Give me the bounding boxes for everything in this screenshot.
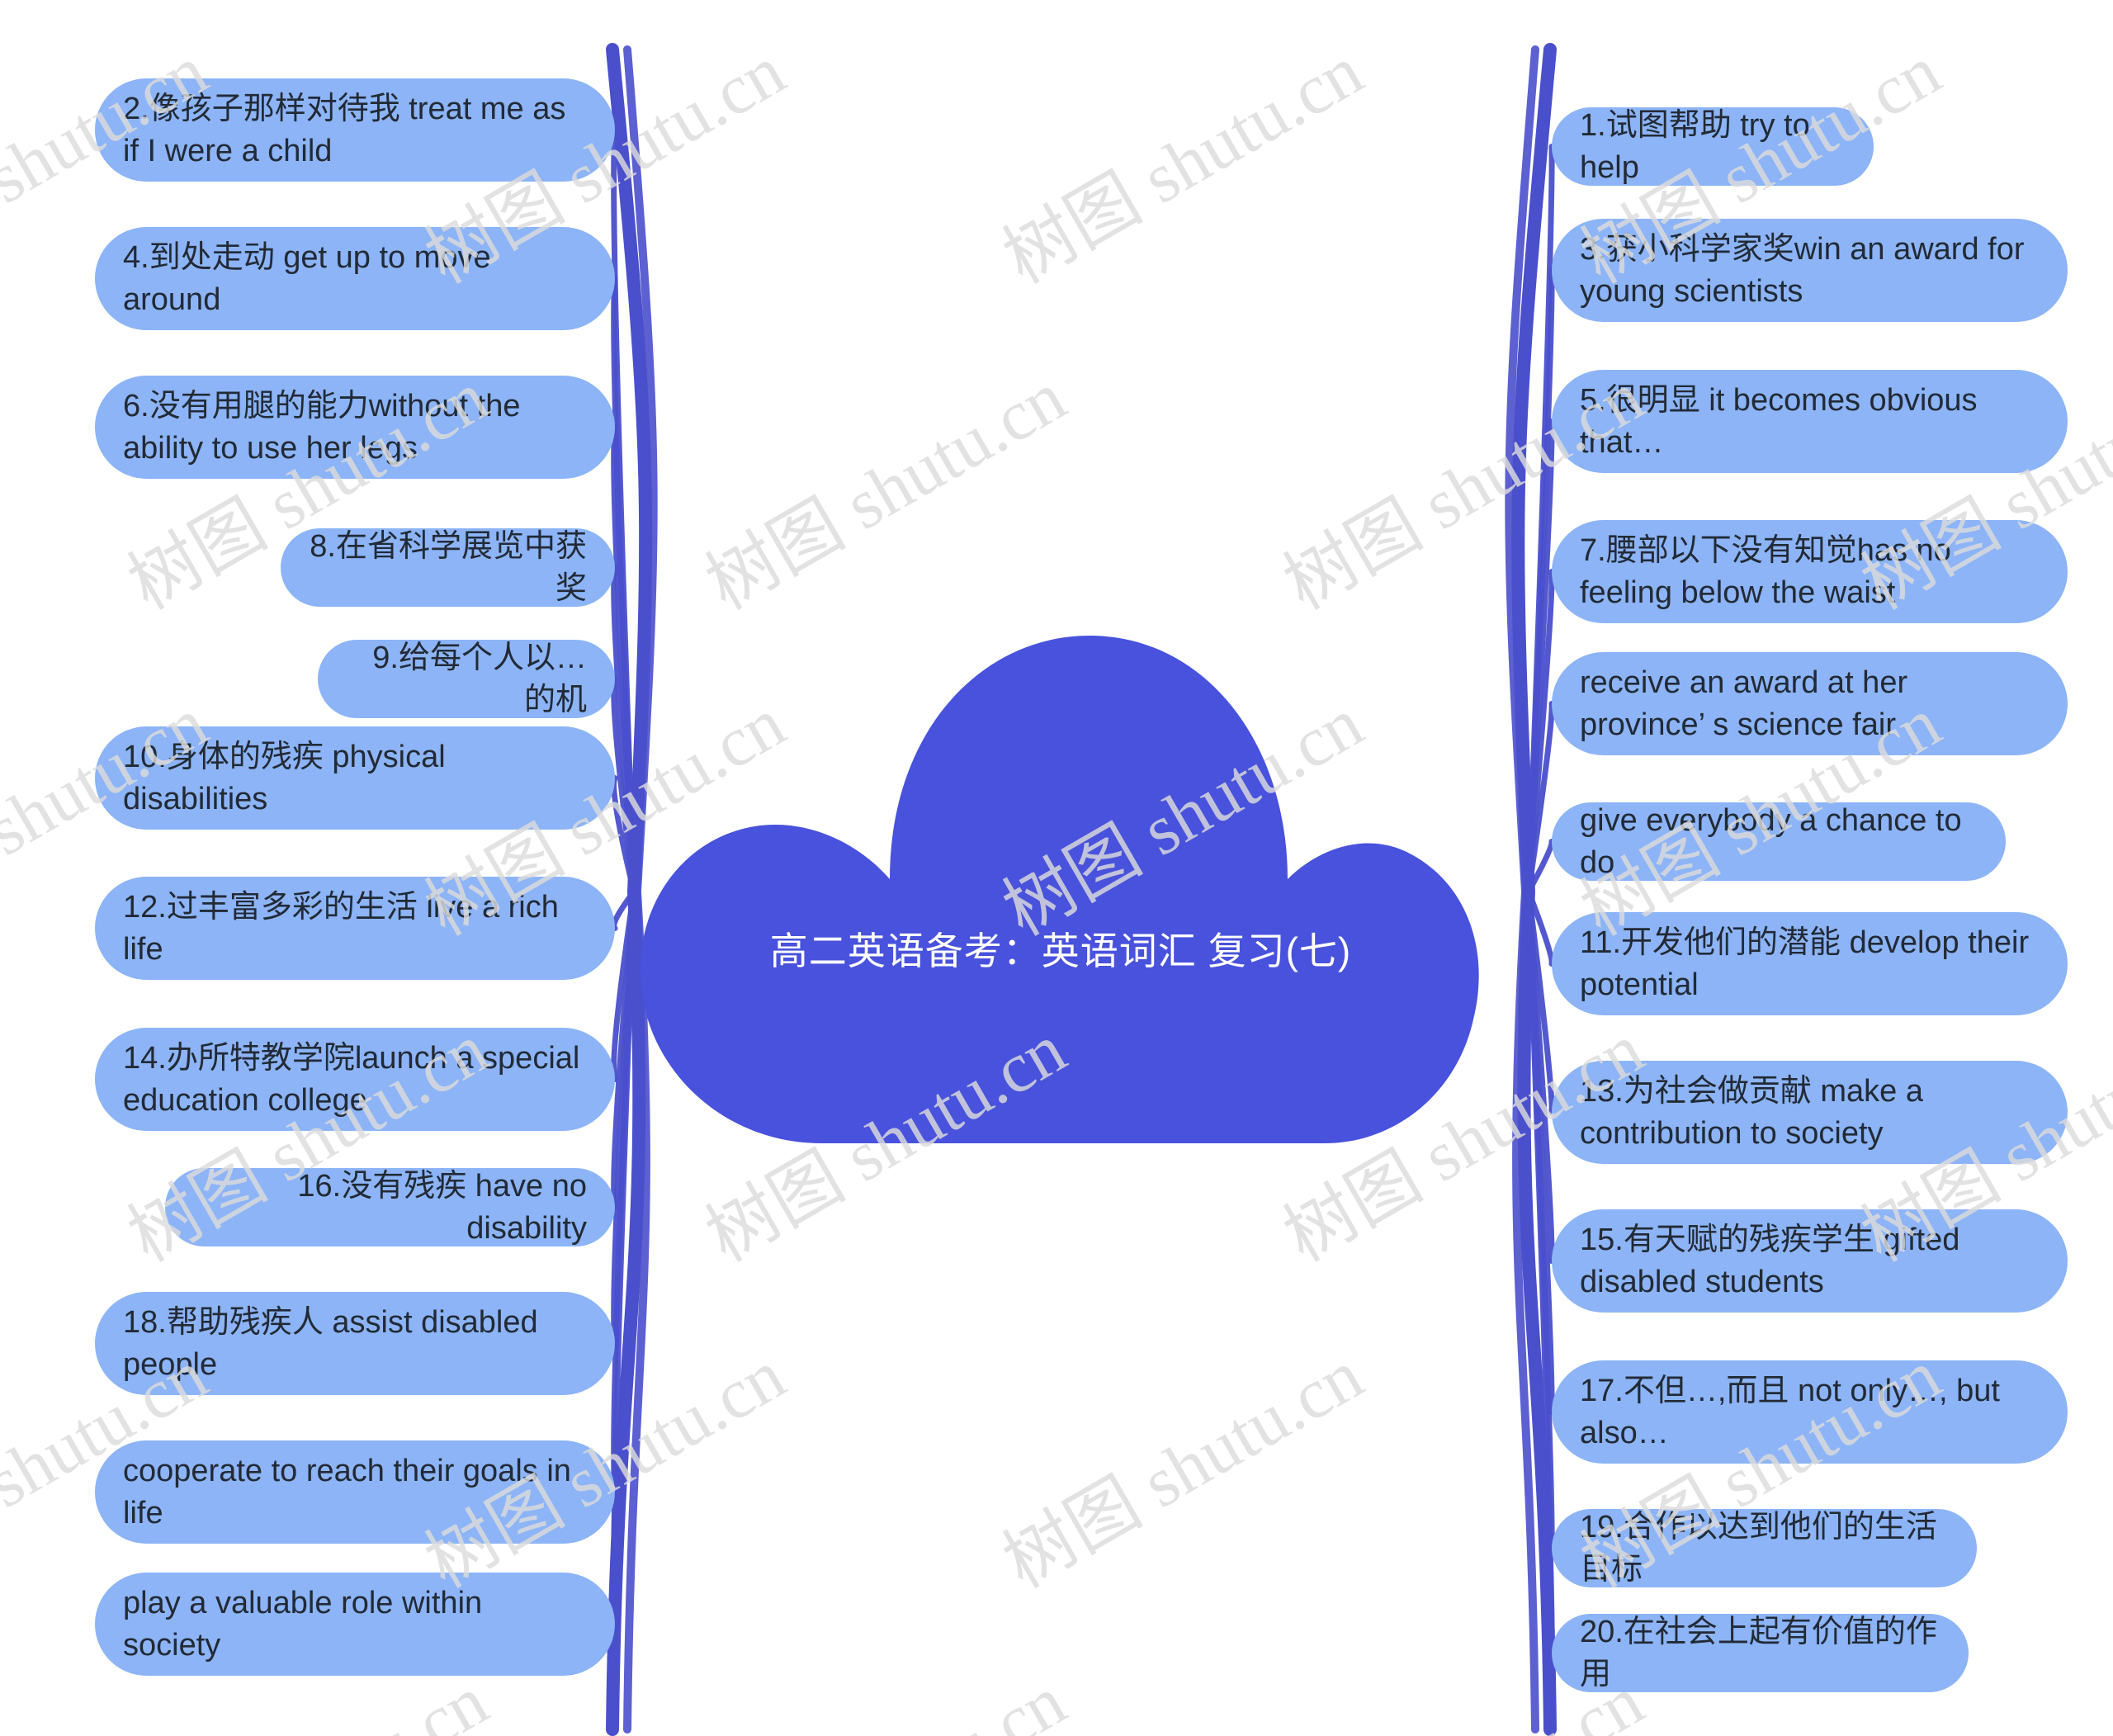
branch-node-right-9[interactable]: 15.有天赋的残疾学生 gifted disabled students [1552,1209,2068,1313]
central-topic-title-line1: 高二英语备考：英语词汇 [769,929,1197,972]
branch-node-left-11[interactable]: cooperate to reach their goals in life [95,1440,615,1544]
branch-node-label: 5.很明显 it becomes obvious that… [1580,382,1978,460]
branch-node-left-9[interactable]: 16.没有残疾 have no disability [165,1168,615,1246]
branch-node-label: 6.没有用腿的能力without the ability to use her … [123,388,521,466]
branch-node-right-10[interactable]: 17.不但…,而且 not only…, but also… [1552,1360,2068,1464]
branch-node-right-4[interactable]: 7.腰部以下没有知觉has no feeling below the waist [1552,520,2068,623]
central-topic-cloud[interactable]: 高二英语备考：英语词汇 复习(七) [627,607,1494,1176]
branch-node-label: play a valuable role within society [123,1585,483,1663]
branch-node-label: 14.办所特教学院launch a special education coll… [123,1040,580,1118]
branch-node-left-12[interactable]: play a valuable role within society [95,1573,615,1676]
branch-node-right-8[interactable]: 13.为社会做贡献 make a contribution to society [1552,1061,2068,1164]
branch-node-left-7[interactable]: 12.过丰富多彩的生活 live a rich life [95,877,615,980]
branch-node-right-12[interactable]: 20.在社会上起有价值的作用 [1552,1614,1969,1692]
central-topic-title: 高二英语备考：英语词汇 复习(七) [627,925,1494,978]
branch-node-label: 19.合作以达到他们的生活目标 [1580,1509,1937,1587]
branch-node-label: 20.在社会上起有价值的作用 [1580,1614,1937,1691]
central-topic-title-line2: 复习(七) [1208,929,1352,972]
branch-node-label: 9.给每个人以…的机 [372,640,587,717]
branch-node-label: 13.为社会做贡献 make a contribution to society [1580,1073,1923,1151]
branch-node-right-5[interactable]: receive an award at her province’ s scie… [1552,652,2068,755]
branch-node-right-6[interactable]: give everybody a chance to do [1552,802,2006,881]
mindmap-canvas: 树图 shutu.cn树图 shutu.cn树图 shutu.cn树图 shut… [0,0,2113,1736]
branch-node-label: 7.腰部以下没有知觉has no feeling below the waist [1580,532,1951,610]
branch-node-left-5[interactable]: 9.给每个人以…的机 [318,640,615,718]
branch-node-label: give everybody a chance to do [1580,802,1962,880]
branch-node-label: 16.没有残疾 have no disability [297,1168,587,1246]
branch-node-label: 8.在省科学展览中获奖 [310,528,587,606]
branch-node-label: 15.有天赋的残疾学生 gifted disabled students [1580,1222,1960,1299]
branch-node-right-2[interactable]: 3.获小科学家奖win an award for young scientist… [1552,219,2068,322]
branch-node-right-11[interactable]: 19.合作以达到他们的生活目标 [1552,1509,1977,1587]
branch-node-left-2[interactable]: 4.到处走动 get up to move around [95,227,615,330]
branch-node-label: 10.身体的残疾 physical disabilities [123,739,446,816]
branch-node-label: 18.帮助残疾人 assist disabled people [123,1304,538,1382]
branch-node-label: cooperate to reach their goals in life [123,1453,571,1530]
branch-node-left-4[interactable]: 8.在省科学展览中获奖 [281,528,615,607]
branch-node-label: 1.试图帮助 try to help [1580,107,1810,185]
branch-node-label: 12.过丰富多彩的生活 live a rich life [123,889,559,967]
branch-node-left-3[interactable]: 6.没有用腿的能力without the ability to use her … [95,376,615,479]
branch-node-label: 2.像孩子那样对待我 treat me as if I were a child [123,91,566,168]
branch-node-left-10[interactable]: 18.帮助残疾人 assist disabled people [95,1292,615,1395]
branch-node-left-8[interactable]: 14.办所特教学院launch a special education coll… [95,1028,615,1131]
branch-node-right-3[interactable]: 5.很明显 it becomes obvious that… [1552,370,2068,473]
branch-node-right-7[interactable]: 11.开发他们的潜能 develop their potential [1552,912,2068,1015]
branch-node-label: 17.不但…,而且 not only…, but also… [1580,1373,2000,1450]
branch-node-left-1[interactable]: 2.像孩子那样对待我 treat me as if I were a child [95,78,615,182]
branch-node-left-6[interactable]: 10.身体的残疾 physical disabilities [95,726,615,830]
branch-node-label: 11.开发他们的潜能 develop their potential [1580,925,2030,1002]
branch-node-label: receive an award at her province’ s scie… [1580,665,1908,742]
branch-node-label: 3.获小科学家奖win an award for young scientist… [1580,231,2025,309]
cloud-shape-icon [640,636,1479,1143]
branch-node-right-1[interactable]: 1.试图帮助 try to help [1552,107,1874,186]
branch-node-label: 4.到处走动 get up to move around [123,239,491,317]
